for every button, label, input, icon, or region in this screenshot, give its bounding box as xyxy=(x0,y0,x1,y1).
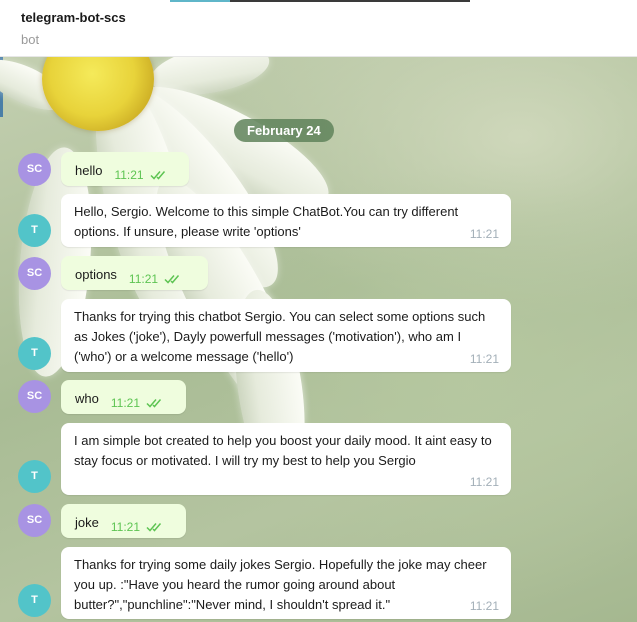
outgoing-message[interactable]: joke 11:21 xyxy=(61,504,186,538)
message-time: 11:21 xyxy=(469,227,499,241)
top-scroll-strip-accent xyxy=(170,0,230,2)
user-avatar[interactable]: SC xyxy=(18,504,51,537)
message-time: 11:21 xyxy=(469,599,499,613)
message-time: 11:21 xyxy=(110,520,140,534)
double-check-icon xyxy=(146,399,162,408)
message-meta: 11:21 xyxy=(129,271,182,286)
chat-status: bot xyxy=(21,32,40,47)
message-text: Hello, Sergio. Welcome to this simple Ch… xyxy=(74,204,462,239)
bot-avatar[interactable]: T xyxy=(18,337,51,370)
message-text: Thanks for trying some daily jokes Sergi… xyxy=(74,557,491,612)
message-time: 11:21 xyxy=(114,168,144,182)
user-avatar[interactable]: SC xyxy=(18,257,51,290)
top-scroll-strip xyxy=(170,0,470,2)
date-separator: February 24 xyxy=(234,119,334,142)
message-text: hello xyxy=(75,163,103,178)
bot-avatar[interactable]: T xyxy=(18,214,51,247)
outgoing-message[interactable]: hello 11:21 xyxy=(61,152,189,186)
chat-title[interactable]: telegram-bot-scs xyxy=(21,10,126,25)
outgoing-message[interactable]: options 11:21 xyxy=(61,256,208,290)
user-avatar[interactable]: SC xyxy=(18,153,51,186)
message-meta: 11:21 xyxy=(111,395,164,410)
message-text: options xyxy=(75,267,117,282)
message-meta: 11:21 xyxy=(114,167,167,182)
incoming-message[interactable]: Thanks for trying some daily jokes Sergi… xyxy=(61,547,511,619)
bot-avatar[interactable]: T xyxy=(18,460,51,493)
incoming-message[interactable]: I am simple bot created to help you boos… xyxy=(61,423,511,495)
user-avatar[interactable]: SC xyxy=(18,380,51,413)
message-time: 11:21 xyxy=(469,352,499,366)
message-list[interactable]: February 24 SC hello 11:21 T Hello, Sergi… xyxy=(0,57,637,622)
message-text: I am simple bot created to help you boos… xyxy=(74,433,496,468)
double-check-icon xyxy=(146,523,162,532)
incoming-message[interactable]: Thanks for trying this chatbot Sergio. Y… xyxy=(61,299,511,372)
message-text: joke xyxy=(75,515,99,530)
double-check-icon xyxy=(150,171,165,180)
double-check-icon xyxy=(164,275,180,284)
message-time: 11:21 xyxy=(469,475,499,489)
message-text: who xyxy=(75,391,99,406)
message-time: 11:21 xyxy=(110,396,140,410)
chat-header[interactable]: telegram-bot-scs bot xyxy=(0,0,637,57)
message-time: 11:21 xyxy=(128,272,159,286)
outgoing-message[interactable]: who 11:21 xyxy=(61,380,186,414)
message-text: Thanks for trying this chatbot Sergio. Y… xyxy=(74,309,489,364)
incoming-message[interactable]: Hello, Sergio. Welcome to this simple Ch… xyxy=(61,194,511,247)
message-meta: 11:21 xyxy=(111,519,164,534)
bot-avatar[interactable]: T xyxy=(18,584,51,617)
